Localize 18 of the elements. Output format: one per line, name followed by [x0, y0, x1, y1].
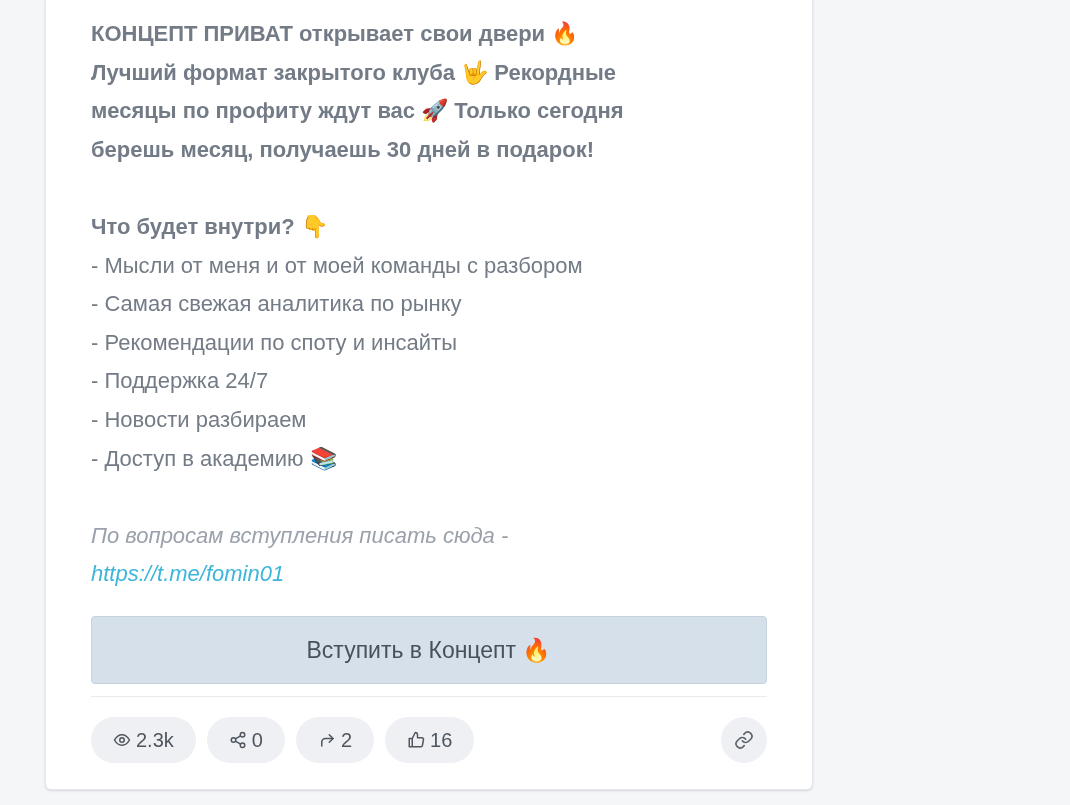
share-icon: [228, 730, 247, 749]
list-item: - Самая свежая аналитика по рынку: [91, 290, 463, 319]
list-item: - Мысли от меня и от моей команды с разбором: [91, 251, 584, 280]
likes-counter[interactable]: 16: [385, 716, 475, 763]
thumbs-up-icon: [407, 730, 426, 749]
link-icon: [734, 729, 754, 750]
shares-counter[interactable]: 0: [206, 716, 285, 763]
copy-link-button[interactable]: [721, 716, 767, 763]
list-item: - Доступ в академию 📚: [91, 444, 338, 473]
list-item: - Новости разбираем: [91, 405, 308, 434]
list-item: - Рекомендации по споту и инсайты: [91, 328, 458, 357]
join-button[interactable]: Вступить в Концепт 🔥: [91, 615, 767, 684]
list-item: - Поддержка 24/7: [91, 367, 270, 396]
forwards-counter[interactable]: 2: [295, 716, 375, 763]
views-counter[interactable]: 2.3k: [91, 716, 196, 763]
contact-note: По вопросам вступления писать сюда -: [91, 521, 510, 550]
post-intro: КОНЦЕПТ ПРИВАТ открывает свои двери 🔥 Лучший формат закрытого клуба 🤟 Рекордные месяцы по профиту ждут вас 🚀 Только сегодня берешь месяц, получаешь 30 дней в подарок!: [91, 20, 625, 164]
list-heading: Что будет внутри? 👇: [91, 212, 329, 241]
